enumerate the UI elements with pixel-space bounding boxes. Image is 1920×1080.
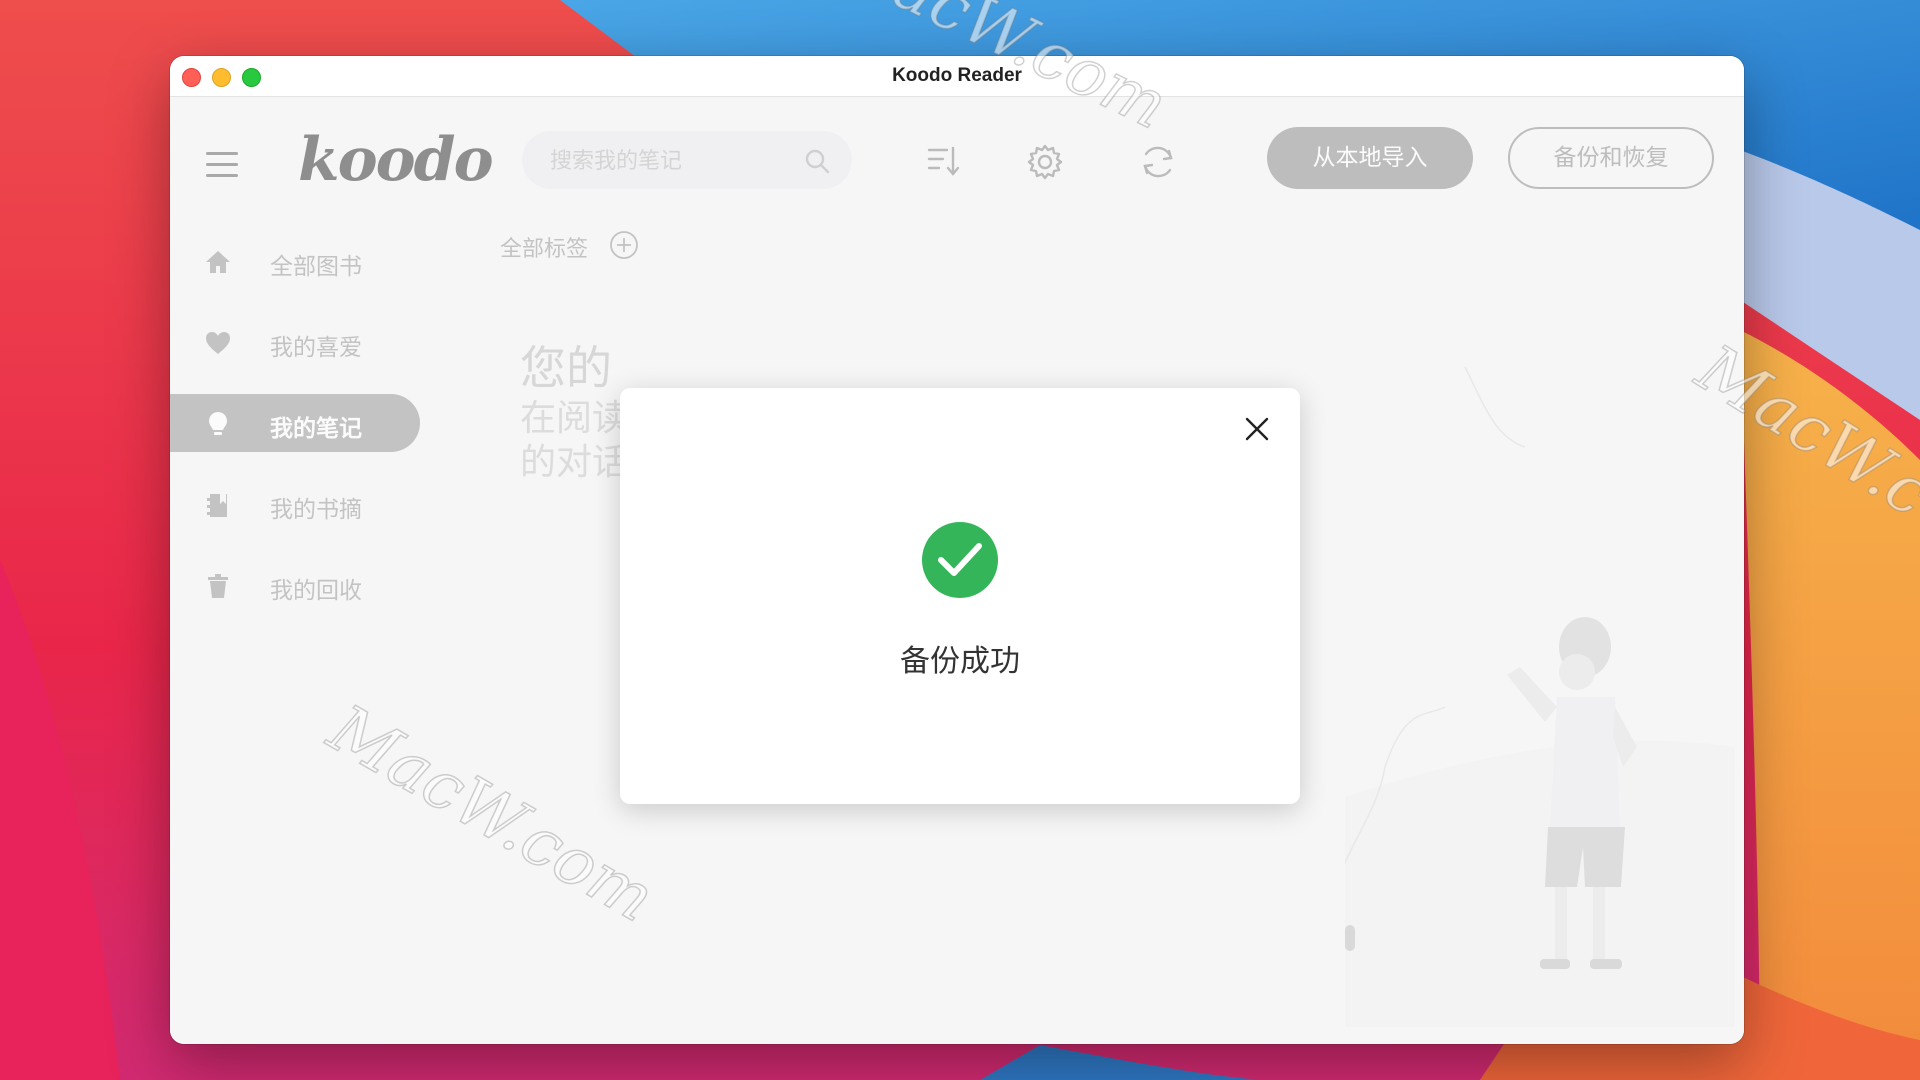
title-bar: Koodo Reader — [170, 56, 1744, 97]
window-title: Koodo Reader — [892, 65, 1022, 86]
close-icon[interactable] — [1244, 416, 1270, 442]
success-check-icon — [922, 522, 998, 598]
app-window: Koodo Reader koodo 搜索我的笔记 从本地导入 备份和恢复 全部… — [170, 56, 1744, 1044]
app-content: koodo 搜索我的笔记 从本地导入 备份和恢复 全部图书 我的喜爱 我的笔记 … — [170, 97, 1744, 1044]
backup-success-dialog: 备份成功 — [620, 388, 1300, 804]
success-message: 备份成功 — [900, 644, 1020, 679]
